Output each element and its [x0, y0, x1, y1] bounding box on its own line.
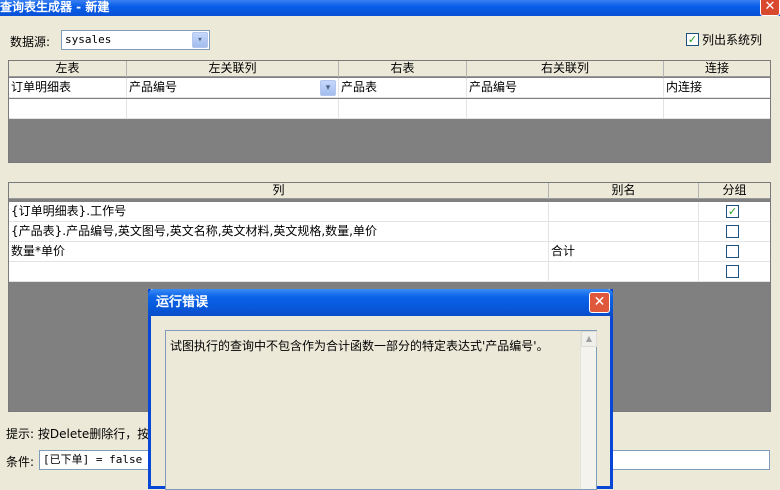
column-table-row[interactable]: {订单明细表}.工作号 ✓ [9, 202, 770, 222]
window-close-button[interactable]: ✕ [760, 0, 780, 16]
join-header-join-type: 连接 [704, 61, 729, 75]
show-system-columns-checkbox[interactable]: ✓ [686, 33, 699, 46]
column-cell-group [699, 262, 770, 282]
error-dialog-titlebar: 运行错误 ✕ [148, 289, 613, 316]
column-cell-alias[interactable] [549, 202, 699, 222]
error-message-box[interactable]: 试图执行的查询中不包含作为合计函数一部分的特定表达式'产品编号'。 ▲ [165, 330, 597, 490]
column-table-header: 列 别名 分组 [9, 183, 770, 199]
error-dialog-close-button[interactable]: ✕ [589, 292, 610, 313]
join-table-row[interactable]: 订单明细表 产品编号 ▾ 产品表 产品编号 内连接 [9, 78, 770, 98]
error-dialog-title: 运行错误 [156, 295, 209, 310]
join-cell-left-column[interactable]: 产品编号 ▾ [127, 78, 339, 98]
join-cell-join-type[interactable] [664, 99, 770, 119]
join-header-left-table: 左表 [9, 61, 127, 77]
join-header-left-column: 左关联列 [127, 61, 339, 77]
join-table-header: 左表 左关联列 右表 右关联列 连接 [9, 61, 770, 77]
join-header-right-column: 右关联列 [467, 61, 664, 77]
chevron-down-icon[interactable]: ▾ [320, 80, 336, 96]
column-cell-expression[interactable]: 数量*单价 [9, 242, 549, 262]
join-cell-right-table[interactable]: 产品表 [339, 78, 467, 98]
column-cell-alias[interactable] [549, 222, 699, 242]
window-titlebar: 查询表生成器 - 新建 [0, 0, 780, 16]
column-cell-group: ✓ [699, 202, 770, 222]
join-cell-left-table[interactable]: 订单明细表 [9, 78, 127, 98]
join-cell-join-type[interactable]: 内连接 [664, 78, 770, 98]
condition-label: 条件: [6, 455, 35, 469]
scroll-up-icon[interactable]: ▲ [581, 331, 597, 347]
chevron-down-icon[interactable]: ▾ [192, 32, 208, 48]
column-header-column: 列 [9, 183, 549, 199]
column-cell-group [699, 242, 770, 262]
group-checkbox[interactable] [726, 225, 739, 238]
column-cell-alias[interactable]: 合计 [549, 242, 699, 262]
join-cell-right-column[interactable] [467, 99, 664, 119]
column-cell-expression[interactable]: {订单明细表}.工作号 [9, 202, 549, 222]
group-checkbox[interactable] [726, 265, 739, 278]
join-table-grid: 左表 左关联列 右表 右关联列 连接 订单明细表 产品编号 ▾ 产品表 产品编号… [8, 60, 771, 163]
error-dialog: 运行错误 ✕ 试图执行的查询中不包含作为合计函数一部分的特定表达式'产品编号'。… [148, 289, 613, 490]
column-table-row[interactable]: {产品表}.产品编号,英文图号,英文名称,英文材料,英文规格,数量,单价 [9, 222, 770, 242]
column-cell-alias[interactable] [549, 262, 699, 282]
join-cell-left-table[interactable] [9, 99, 127, 119]
datasource-select[interactable]: sysales ▾ [61, 30, 210, 50]
join-cell-left-column[interactable] [127, 99, 339, 119]
column-header-alias: 别名 [549, 183, 699, 199]
column-table-row[interactable]: 数量*单价 合计 [9, 242, 770, 262]
join-cell-right-column[interactable]: 产品编号 [467, 78, 664, 98]
join-cell-left-column-value: 产品编号 [129, 80, 178, 94]
window-title: 查询表生成器 - 新建 [0, 0, 110, 14]
join-header-right-table: 右表 [339, 61, 467, 77]
datasource-value: sysales [65, 33, 112, 46]
datasource-label: 数据源: [10, 35, 51, 49]
column-cell-group [699, 222, 770, 242]
error-message-scrollbar[interactable]: ▲ [580, 331, 597, 489]
hint-text: 提示: 按Delete删除行，按 [6, 427, 150, 441]
error-message: 试图执行的查询中不包含作为合计函数一部分的特定表达式'产品编号'。 [170, 339, 549, 353]
column-table-row[interactable] [9, 262, 770, 282]
column-cell-expression[interactable]: {产品表}.产品编号,英文图号,英文名称,英文材料,英文规格,数量,单价 [9, 222, 549, 242]
column-header-group: 分组 [722, 183, 747, 197]
join-cell-right-table[interactable] [339, 99, 467, 119]
group-checkbox[interactable]: ✓ [726, 205, 739, 218]
show-system-columns-label: 列出系统列 [702, 33, 763, 47]
join-table-row[interactable] [9, 99, 770, 119]
group-checkbox[interactable] [726, 245, 739, 258]
column-cell-expression[interactable] [9, 262, 549, 282]
